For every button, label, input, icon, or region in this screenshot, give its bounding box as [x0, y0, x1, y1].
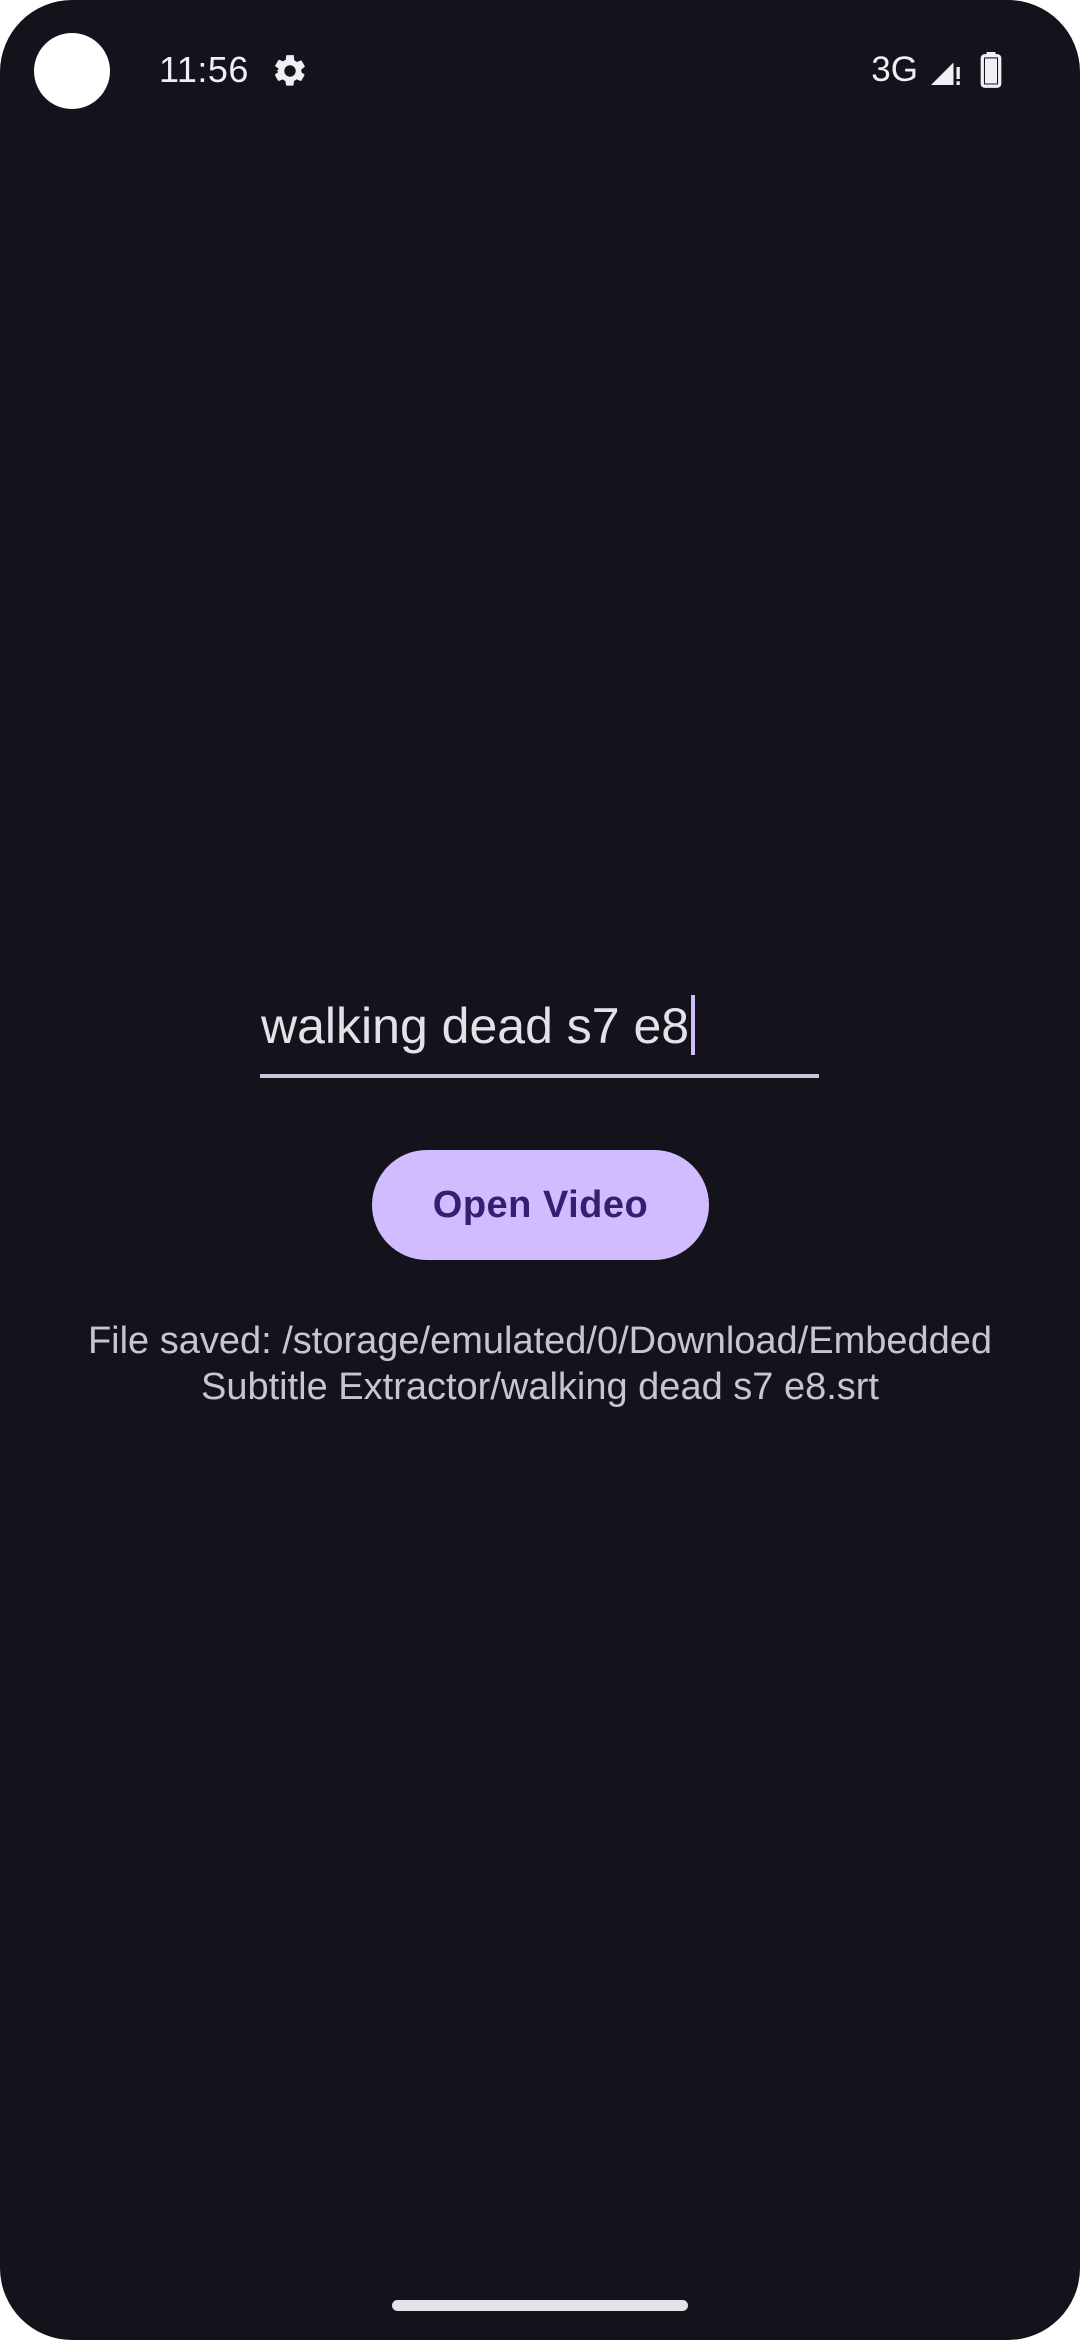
status-bar-right: 3G: [871, 46, 1002, 94]
filename-text: walking dead s7 e8: [261, 998, 690, 1054]
filename-input[interactable]: walking dead s7 e8: [260, 992, 819, 1078]
network-type-label: 3G: [871, 50, 918, 89]
home-gesture-bar[interactable]: [392, 2300, 688, 2311]
settings-icon: [274, 55, 305, 86]
phone-screen: 11:56 3G walking dead s7 e8 Open Video F…: [0, 0, 1080, 2340]
front-camera-cutout: [34, 33, 110, 109]
battery-icon: [980, 52, 1002, 88]
status-bar-time: 11:56: [159, 49, 249, 90]
filename-input-value[interactable]: walking dead s7 e8: [261, 994, 696, 1058]
open-video-button[interactable]: Open Video: [372, 1150, 709, 1260]
text-cursor: [691, 995, 696, 1055]
signal-icon: [931, 62, 960, 85]
file-saved-message: File saved: /storage/emulated/0/Download…: [87, 1320, 993, 1408]
